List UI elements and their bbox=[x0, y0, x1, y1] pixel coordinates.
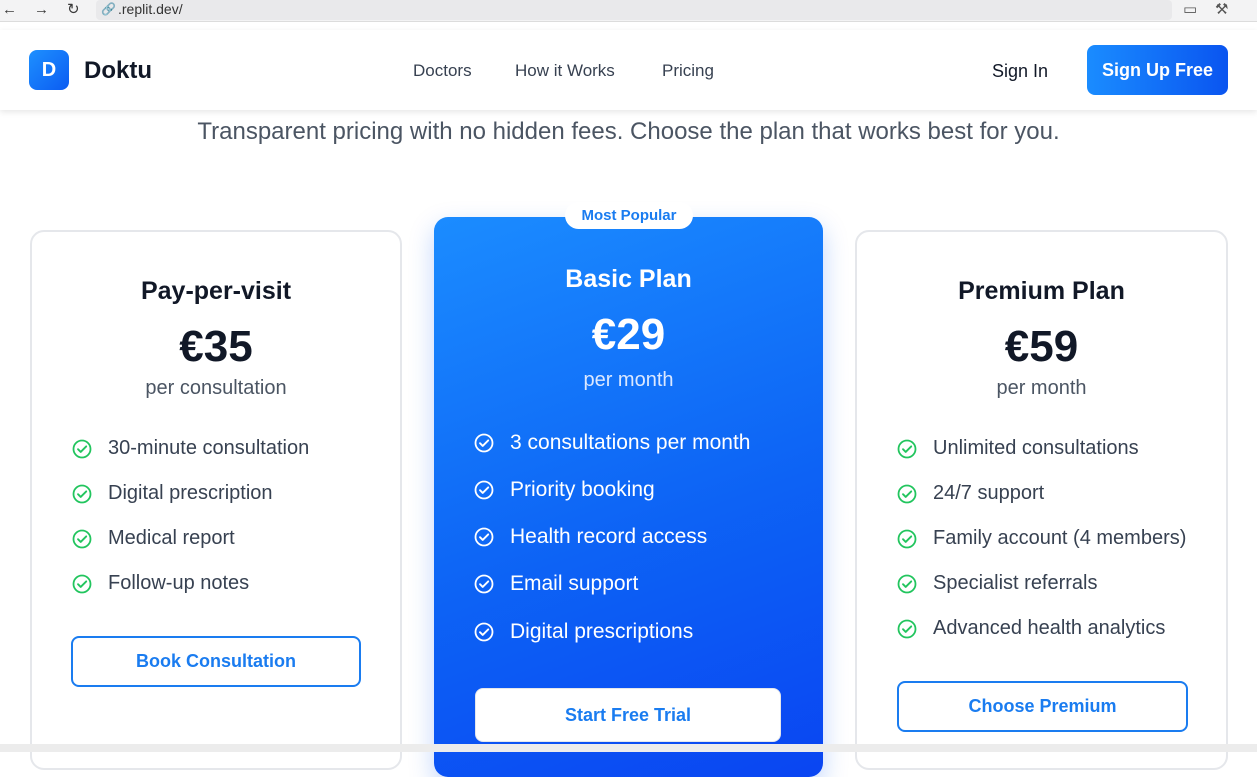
sign-up-button[interactable]: Sign Up Free bbox=[1087, 45, 1228, 95]
plan-card-pay-per-visit: Pay-per-visit €35 per consultation 30-mi… bbox=[30, 230, 402, 770]
feature-item: Digital prescription bbox=[72, 482, 273, 505]
horizontal-scrollbar[interactable] bbox=[0, 744, 1257, 752]
feature-label: Follow-up notes bbox=[108, 572, 250, 594]
nav-doctors[interactable]: Doctors bbox=[413, 61, 472, 81]
brand-name[interactable]: Doktu bbox=[84, 57, 152, 85]
check-circle-icon bbox=[474, 527, 494, 547]
feature-label: Unlimited consultations bbox=[933, 437, 1139, 459]
feature-label: Digital prescriptions bbox=[510, 620, 694, 643]
plan-period: per consultation bbox=[145, 377, 287, 399]
book-consultation-button[interactable]: Book Consultation bbox=[71, 636, 361, 687]
feature-item: Specialist referrals bbox=[897, 572, 1098, 595]
check-circle-icon bbox=[72, 439, 92, 458]
feature-item: Priority booking bbox=[474, 478, 655, 502]
blurred-heading bbox=[440, 50, 820, 100]
feature-label: 3 consultations per month bbox=[510, 431, 751, 454]
plan-price: €35 bbox=[179, 322, 253, 371]
feature-label: Email support bbox=[510, 572, 639, 595]
feature-label: Medical report bbox=[108, 527, 235, 549]
wrench-icon[interactable]: ⚒ bbox=[1215, 0, 1228, 18]
start-free-trial-button[interactable]: Start Free Trial bbox=[475, 688, 781, 742]
feature-label: Specialist referrals bbox=[933, 572, 1098, 594]
feature-item: Unlimited consultations bbox=[897, 437, 1139, 460]
back-arrow-icon[interactable]: ← bbox=[2, 1, 17, 19]
feature-item: Follow-up notes bbox=[72, 572, 249, 595]
plan-price: €29 bbox=[591, 310, 666, 359]
feature-label: 30-minute consultation bbox=[108, 437, 310, 459]
forward-arrow-icon[interactable]: → bbox=[34, 1, 49, 19]
feature-item: Advanced health analytics bbox=[897, 617, 1165, 640]
check-circle-icon bbox=[897, 619, 917, 638]
feature-item: 24/7 support bbox=[897, 482, 1044, 505]
plan-card-premium: Premium Plan €59 per month Unlimited con… bbox=[855, 230, 1228, 770]
plan-price: €59 bbox=[1004, 322, 1079, 371]
url-text: .replit.dev/ bbox=[118, 1, 183, 17]
check-circle-icon bbox=[897, 439, 917, 458]
feature-item: 30-minute consultation bbox=[72, 437, 309, 460]
address-bar[interactable]: 🔗 .replit.dev/ bbox=[96, 0, 1172, 20]
feature-label: Health record access bbox=[510, 525, 708, 548]
nav-pricing[interactable]: Pricing bbox=[662, 61, 714, 81]
nav-how-it-works[interactable]: How it Works bbox=[515, 61, 615, 81]
check-circle-icon bbox=[72, 529, 92, 548]
feature-label: Advanced health analytics bbox=[933, 617, 1166, 639]
feature-item: Email support bbox=[474, 572, 638, 596]
check-circle-icon bbox=[897, 529, 917, 548]
sign-in-link[interactable]: Sign In bbox=[992, 61, 1048, 82]
feature-label: Family account (4 members) bbox=[933, 527, 1187, 549]
check-circle-icon bbox=[474, 433, 494, 453]
pricing-subtitle: Transparent pricing with no hidden fees.… bbox=[197, 118, 1060, 145]
check-circle-icon bbox=[897, 484, 917, 503]
most-popular-badge: Most Popular bbox=[565, 202, 693, 229]
link-icon: 🔗 bbox=[101, 2, 116, 16]
reload-icon[interactable]: ↻ bbox=[67, 1, 80, 19]
plan-title: Premium Plan bbox=[958, 277, 1125, 305]
choose-premium-button[interactable]: Choose Premium bbox=[897, 681, 1188, 732]
feature-item: Health record access bbox=[474, 525, 707, 549]
feature-item: 3 consultations per month bbox=[474, 431, 750, 455]
check-circle-icon bbox=[474, 574, 494, 594]
feature-item: Family account (4 members) bbox=[897, 527, 1186, 550]
check-circle-icon bbox=[474, 622, 494, 642]
feature-label: Digital prescription bbox=[108, 482, 273, 504]
plan-card-basic: Basic Plan €29 per month 3 consultations… bbox=[434, 217, 823, 777]
plan-title: Pay-per-visit bbox=[140, 277, 292, 305]
plan-period: per month bbox=[996, 377, 1087, 399]
feature-item: Digital prescriptions bbox=[474, 620, 693, 644]
feature-label: Priority booking bbox=[510, 478, 655, 501]
plan-title: Basic Plan bbox=[565, 265, 692, 293]
check-circle-icon bbox=[72, 574, 92, 593]
site-header: D Doktu Doctors How it Works Pricing Sig… bbox=[0, 30, 1257, 110]
check-circle-icon bbox=[897, 574, 917, 593]
feature-label: 24/7 support bbox=[933, 482, 1045, 504]
browser-toolbar: ← → ↻ 🔗 .replit.dev/ ▭ ⚒ bbox=[0, 0, 1257, 22]
logo-icon[interactable]: D bbox=[29, 50, 69, 90]
feature-item: Medical report bbox=[72, 527, 235, 550]
devices-icon[interactable]: ▭ bbox=[1183, 0, 1197, 18]
check-circle-icon bbox=[474, 480, 494, 500]
plan-period: per month bbox=[583, 369, 674, 391]
check-circle-icon bbox=[72, 484, 92, 503]
